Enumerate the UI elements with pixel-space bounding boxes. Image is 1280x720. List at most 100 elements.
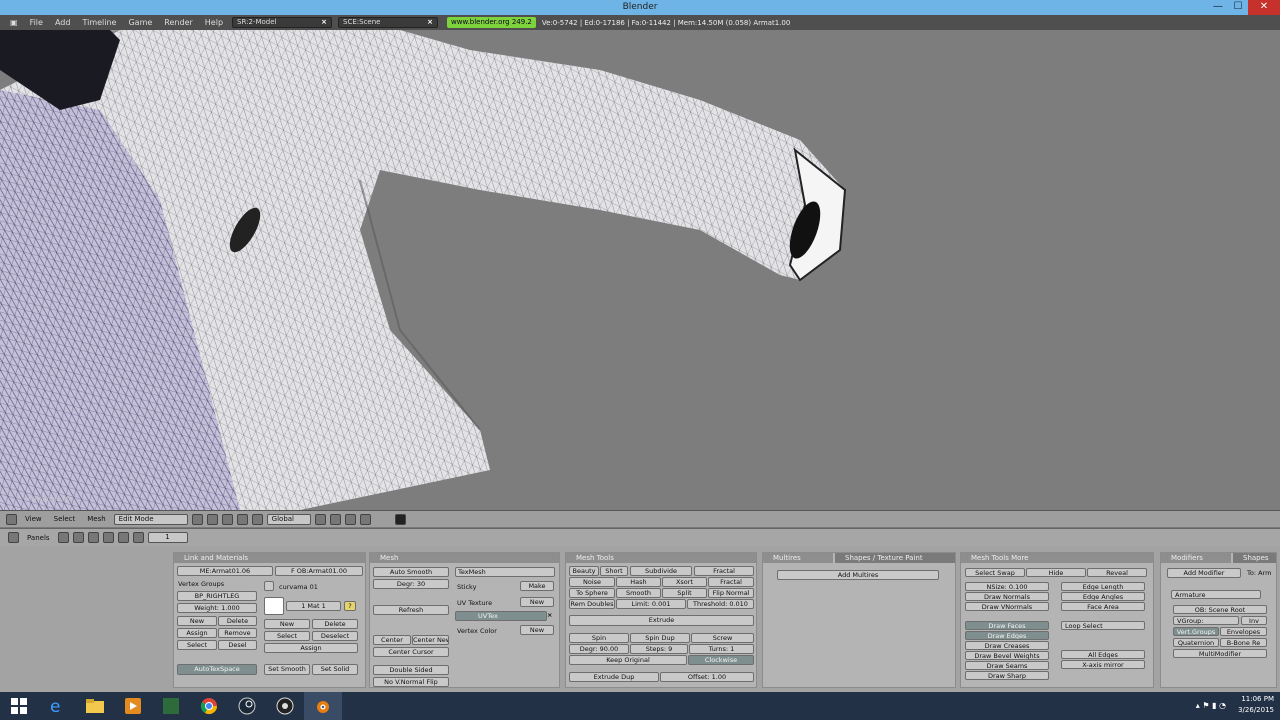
draw-normals-toggle[interactable]: Draw Normals — [965, 592, 1049, 601]
split-button[interactable]: Split — [662, 588, 707, 598]
panel-title[interactable]: Multires — [763, 553, 833, 563]
scene-selector[interactable]: SCE:Scene × — [338, 17, 439, 28]
extrude-button[interactable]: Extrude — [569, 615, 754, 626]
autotexspace-button[interactable]: AutoTexSpace — [177, 664, 257, 675]
occlude-icon[interactable] — [359, 513, 371, 525]
draw-bevel-weights-toggle[interactable]: Draw Bevel Weights — [965, 651, 1049, 660]
nsize-field[interactable]: NSize: 0.100 — [965, 582, 1049, 591]
info-editor-icon[interactable]: ▣ — [4, 15, 24, 30]
menu-mesh[interactable]: Mesh — [83, 515, 109, 523]
armature-modifier-header[interactable]: Armature — [1171, 590, 1261, 599]
edge-angles-toggle[interactable]: Edge Angles — [1061, 592, 1145, 601]
panel-title[interactable]: Link and Materials — [174, 553, 365, 563]
windows-start-icon[interactable] — [0, 692, 38, 720]
edge-select-icon[interactable] — [329, 513, 341, 525]
panel-title[interactable]: Mesh Tools More — [961, 553, 1153, 563]
logic-icon[interactable] — [57, 532, 69, 543]
edge-length-toggle[interactable]: Edge Length — [1061, 582, 1145, 591]
script-icon[interactable] — [72, 532, 84, 543]
smooth-button[interactable]: Smooth — [616, 588, 661, 598]
to-sphere-button[interactable]: To Sphere — [569, 588, 615, 598]
steps-field[interactable]: Steps: 9 — [630, 644, 688, 654]
extrude-dup-button[interactable]: Extrude Dup — [569, 672, 659, 682]
manipulator-icon[interactable] — [221, 513, 233, 525]
menu-game[interactable]: Game — [122, 15, 158, 30]
quaternion-toggle[interactable]: Quaternion — [1173, 638, 1219, 647]
bbone-toggle[interactable]: B-Bone Re — [1220, 638, 1267, 647]
internet-explorer-icon[interactable]: e — [38, 692, 76, 720]
flip-normal-button[interactable]: Flip Normal — [708, 588, 754, 598]
close-icon[interactable]: × — [547, 611, 552, 619]
vcol-new-button[interactable]: New — [520, 625, 554, 635]
vertex-select-icon[interactable] — [314, 513, 326, 525]
menu-help[interactable]: Help — [199, 15, 229, 30]
editing-buttons-icon[interactable] — [117, 532, 129, 543]
material-index-field[interactable]: 1 Mat 1 — [286, 601, 341, 611]
set-solid-button[interactable]: Set Solid — [312, 664, 358, 675]
invert-toggle[interactable]: Inv — [1241, 616, 1267, 625]
material-new-button[interactable]: New — [264, 619, 310, 629]
3d-viewport[interactable]: (1) Armat1.00 — [0, 30, 1280, 510]
spin-button[interactable]: Spin — [569, 633, 629, 643]
menu-add[interactable]: Add — [49, 15, 77, 30]
material-assign-button[interactable]: Assign — [264, 643, 358, 653]
rotate-icon[interactable] — [251, 513, 263, 525]
vgroup-select-button[interactable]: Select — [177, 640, 217, 650]
spin-dup-button[interactable]: Spin Dup — [630, 633, 690, 643]
object-name-field[interactable]: F OB:Armat01.00 — [275, 566, 363, 576]
draw-faces-toggle[interactable]: Draw Faces — [965, 621, 1049, 630]
material-delete-button[interactable]: Delete — [312, 619, 358, 629]
set-smooth-button[interactable]: Set Smooth — [264, 664, 310, 675]
center-new-button[interactable]: Center New — [412, 635, 449, 645]
center-button[interactable]: Center — [373, 635, 411, 645]
material-deselect-button[interactable]: Deselect — [312, 631, 358, 641]
center-cursor-button[interactable]: Center Cursor — [373, 647, 449, 657]
mode-selector[interactable]: Edit Mode — [113, 513, 188, 525]
draw-sharp-toggle[interactable]: Draw Sharp — [965, 671, 1049, 680]
draw-seams-toggle[interactable]: Draw Seams — [965, 661, 1049, 670]
menu-render[interactable]: Render — [158, 15, 198, 30]
weight-field[interactable]: Weight: 1.000 — [177, 603, 257, 613]
keep-original-toggle[interactable]: Keep Original — [569, 655, 687, 665]
offset-field[interactable]: Offset: 1.00 — [660, 672, 754, 682]
degr-field[interactable]: Degr: 30 — [373, 579, 449, 589]
vgroup-delete-button[interactable]: Delete — [218, 616, 257, 626]
fractal2-button[interactable]: Fractal — [708, 577, 754, 587]
maximize-button[interactable]: ☐ — [1228, 0, 1248, 15]
tab-shapes[interactable]: Shapes — [1233, 553, 1276, 563]
vgroup-new-button[interactable]: New — [177, 616, 217, 626]
reveal-button[interactable]: Reveal — [1087, 568, 1147, 577]
envelopes-toggle[interactable]: Envelopes — [1220, 627, 1267, 636]
vgroup-remove-button[interactable]: Remove — [218, 628, 257, 638]
vgroup-assign-button[interactable]: Assign — [177, 628, 217, 638]
render-icon[interactable] — [394, 513, 406, 525]
panel-title[interactable]: Mesh — [370, 553, 559, 563]
close-button[interactable]: ✕ — [1248, 0, 1280, 15]
blender-icon[interactable] — [304, 692, 342, 720]
refresh-button[interactable]: Refresh — [373, 605, 449, 615]
uv-new-button[interactable]: New — [520, 597, 554, 607]
blender-url[interactable]: www.blender.org 249.2 — [447, 17, 536, 28]
degr-field[interactable]: Degr: 90.00 — [569, 644, 629, 654]
clockwise-toggle[interactable]: Clockwise — [688, 655, 754, 665]
close-icon[interactable]: × — [427, 18, 433, 27]
editor-type-icon[interactable] — [8, 532, 19, 543]
modifier-object-field[interactable]: OB: Scene Root — [1173, 605, 1267, 614]
menu-file[interactable]: File — [24, 15, 49, 30]
panel-title[interactable]: Modifiers — [1161, 553, 1231, 563]
fractal-button[interactable]: Fractal — [694, 566, 754, 576]
scene-buttons-icon[interactable] — [132, 532, 144, 543]
vgroup-desel-button[interactable]: Desel — [218, 640, 257, 650]
xsort-button[interactable]: Xsort — [662, 577, 707, 587]
subdivide-button[interactable]: Subdivide — [630, 566, 692, 576]
vert-groups-toggle[interactable]: Vert.Groups — [1173, 627, 1219, 636]
hash-button[interactable]: Hash — [616, 577, 661, 587]
translate-icon[interactable] — [236, 513, 248, 525]
menu-timeline[interactable]: Timeline — [76, 15, 122, 30]
obs-icon[interactable] — [266, 692, 304, 720]
tab-shapes[interactable]: Shapes / Texture Paint — [835, 553, 955, 563]
object-buttons-icon[interactable] — [102, 532, 114, 543]
draw-edges-toggle[interactable]: Draw Edges — [965, 631, 1049, 640]
turns-field[interactable]: Turns: 1 — [689, 644, 754, 654]
sticky-make-button[interactable]: Make — [520, 581, 554, 591]
